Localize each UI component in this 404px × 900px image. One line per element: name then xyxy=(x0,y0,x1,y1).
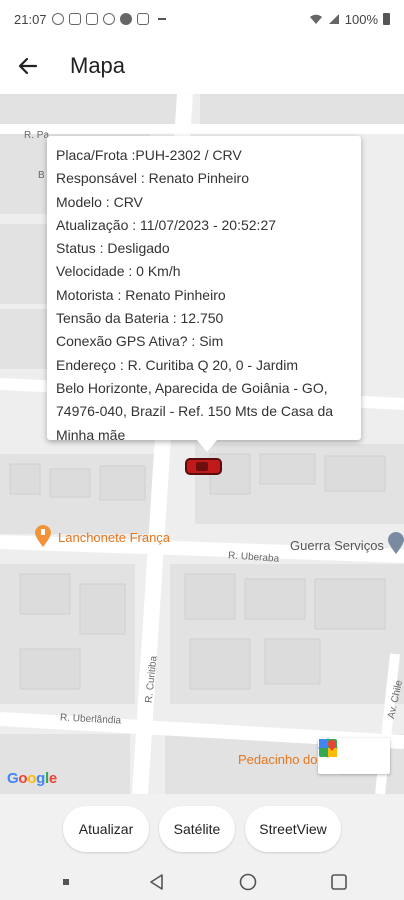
poi-pedacinho[interactable]: Pedacinho do xyxy=(238,752,318,767)
back-triangle-icon xyxy=(149,874,163,890)
system-nav-bar xyxy=(0,864,404,900)
app-bar: Mapa xyxy=(0,38,404,94)
poi-guerra[interactable]: Guerra Serviços xyxy=(290,538,384,553)
info-velocidade: Velocidade : 0 Km/h xyxy=(56,263,181,280)
whatsapp-icon xyxy=(51,13,64,25)
google-maps-icon xyxy=(319,739,337,757)
street-label-top: R. Pa xyxy=(24,130,50,141)
vehicle-info-window: Placa/Frota :PUH-2302 / CRV Responsável … xyxy=(47,136,361,452)
info-gps: Conexão GPS Ativa? : Sim xyxy=(56,333,224,350)
home-circle-icon xyxy=(239,873,256,891)
open-maps-button[interactable] xyxy=(319,738,390,774)
street-label-b: B xyxy=(38,170,45,181)
page-title: Mapa xyxy=(70,53,126,78)
instagram-icon xyxy=(136,13,149,25)
messenger-icon xyxy=(102,13,115,25)
car-marker-icon[interactable] xyxy=(185,458,222,475)
info-endereco-3: 74976-040, Brazil - Ref. 150 Mts de Casa… xyxy=(56,403,334,420)
info-atualizacao: Atualização : 11/07/2023 - 20:52:27 xyxy=(56,216,277,233)
notification-icon xyxy=(68,13,81,25)
arrow-left-icon xyxy=(18,57,38,75)
app-a-icon xyxy=(119,13,132,25)
map-toolbar xyxy=(318,738,390,774)
info-status: Status : Desligado xyxy=(56,240,170,257)
info-endereco-4: Minha mãe xyxy=(56,426,126,443)
restaurant-pin-icon[interactable] xyxy=(35,525,51,547)
info-modelo: Modelo : CRV xyxy=(56,193,143,210)
recents-icon xyxy=(62,879,69,885)
status-time: 21:07 xyxy=(14,11,47,27)
satelite-button[interactable]: Satélite xyxy=(159,806,235,852)
info-tensao: Tensão da Bateria : 12.750 xyxy=(56,310,224,327)
atualizar-button[interactable]: Atualizar xyxy=(63,806,149,852)
info-motorista: Motorista : Renato Pinheiro xyxy=(56,286,226,303)
wifi-icon xyxy=(309,14,322,24)
back-button[interactable] xyxy=(0,38,56,94)
info-responsavel: Responsável : Renato Pinheiro xyxy=(56,170,250,187)
overview-square-icon xyxy=(330,874,347,890)
info-placa: Placa/Frota :PUH-2302 / CRV xyxy=(56,147,242,163)
overview-button[interactable] xyxy=(319,867,359,897)
battery-percent: 100% xyxy=(344,11,378,27)
poi-lanchonete[interactable]: Lanchonete França xyxy=(58,530,170,545)
bottom-action-bar: Atualizar Satélite StreetView xyxy=(0,794,404,864)
info-endereco-2: Belo Horizonte, Aparecida de Goiânia - G… xyxy=(56,379,328,396)
streetview-button[interactable]: StreetView xyxy=(245,806,341,852)
more-notifications-icon xyxy=(157,18,166,20)
google-logo: Google xyxy=(7,770,57,787)
service-pin-icon[interactable] xyxy=(388,532,404,554)
recents-button[interactable] xyxy=(46,867,86,897)
signal-icon xyxy=(328,14,339,24)
nav-back-button[interactable] xyxy=(137,867,177,897)
info-endereco-1: Endereço : R. Curitiba Q 20, 0 - Jardim xyxy=(56,356,298,373)
status-bar: 21:07 100% xyxy=(0,0,404,38)
battery-icon xyxy=(383,13,390,25)
home-button[interactable] xyxy=(228,867,268,897)
gmail-icon xyxy=(85,13,98,25)
